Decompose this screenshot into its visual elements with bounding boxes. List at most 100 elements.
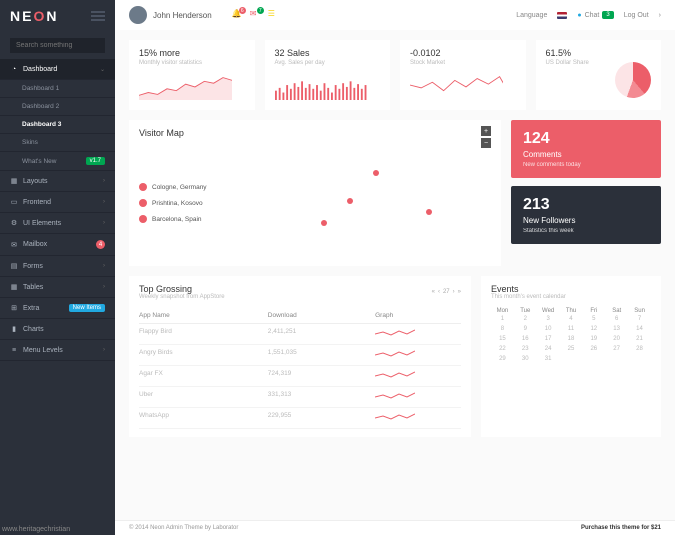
task-icon[interactable]: ☰ xyxy=(268,9,280,21)
chevron-right-icon: › xyxy=(103,347,105,353)
calendar-day[interactable]: 17 xyxy=(537,334,560,344)
pager-last-icon[interactable]: » xyxy=(458,289,461,295)
calendar-day[interactable]: 19 xyxy=(582,334,605,344)
calendar-day[interactable]: 14 xyxy=(628,324,651,334)
nav-ui[interactable]: ⚙UI Elements › xyxy=(0,213,115,234)
calendar-day[interactable]: 21 xyxy=(628,334,651,344)
pager[interactable]: « ‹ 27 › » xyxy=(432,289,461,295)
calendar-day[interactable]: 3 xyxy=(537,314,560,324)
calendar-day[interactable]: 8 xyxy=(491,324,514,334)
nav-menulevels[interactable]: ≡Menu Levels › xyxy=(0,340,115,361)
calendar-day[interactable]: 12 xyxy=(582,324,605,334)
table-row[interactable]: WhatsApp229,955 xyxy=(139,408,461,429)
calendar-day[interactable]: 4 xyxy=(560,314,583,324)
search-input[interactable] xyxy=(10,38,105,53)
pager-first-icon[interactable]: « xyxy=(432,289,435,295)
map-area[interactable] xyxy=(229,148,491,258)
footer: © 2014 Neon Admin Theme by Laborator Pur… xyxy=(115,520,675,535)
calendar-day[interactable]: 24 xyxy=(537,344,560,354)
logout-link[interactable]: Log Out xyxy=(624,12,649,19)
map-zoom-out[interactable]: − xyxy=(481,138,491,148)
calendar-day[interactable] xyxy=(628,354,651,364)
calendar-day[interactable]: 6 xyxy=(605,314,628,324)
user-name[interactable]: John Henderson xyxy=(153,11,212,20)
pager-prev-icon[interactable]: ‹ xyxy=(438,289,440,295)
calendar-day[interactable]: 27 xyxy=(605,344,628,354)
footer-purchase[interactable]: Purchase this theme for $21 xyxy=(581,525,661,531)
language-selector[interactable]: Language xyxy=(516,12,547,19)
calendar-day[interactable]: 28 xyxy=(628,344,651,354)
levels-icon: ≡ xyxy=(10,346,18,354)
settings-icon: ⚙ xyxy=(10,219,18,227)
sparkline-line xyxy=(410,72,503,100)
followers-card[interactable]: 213 New Followers Statistics this week xyxy=(511,186,661,244)
legend-item: Barcelona, Spain xyxy=(139,215,229,223)
nav-extra[interactable]: ⊞Extra New Items xyxy=(0,298,115,319)
notification-icon[interactable]: 🔔6 xyxy=(232,9,244,21)
calendar-day[interactable]: 16 xyxy=(514,334,537,344)
calendar-day[interactable]: 30 xyxy=(514,354,537,364)
nav-forms[interactable]: ▤Forms › xyxy=(0,256,115,277)
calendar-day[interactable] xyxy=(605,354,628,364)
calendar-day[interactable]: 22 xyxy=(491,344,514,354)
table-row[interactable]: Agar FX724,319 xyxy=(139,366,461,387)
calendar-day[interactable]: 5 xyxy=(582,314,605,324)
calendar-day[interactable]: 25 xyxy=(560,344,583,354)
calendar-day[interactable]: 31 xyxy=(537,354,560,364)
chevron-down-icon: ⌄ xyxy=(100,66,105,73)
events-card: Events This month's event calendar MonTu… xyxy=(481,276,661,437)
sparkline-area xyxy=(139,72,232,100)
nav-frontend[interactable]: ▭Frontend › xyxy=(0,192,115,213)
nav-dashboard-3[interactable]: Dashboard 3 xyxy=(0,116,115,134)
calendar-day[interactable]: 18 xyxy=(560,334,583,344)
table-icon: ▦ xyxy=(10,283,18,291)
calendar-day[interactable]: 11 xyxy=(560,324,583,334)
calendar-day[interactable]: 26 xyxy=(582,344,605,354)
nav-dashboard-1[interactable]: Dashboard 1 xyxy=(0,80,115,98)
chevron-right-icon: › xyxy=(103,284,105,290)
nav-whatsnew[interactable]: What's New v1.7 xyxy=(0,152,115,171)
version-badge: v1.7 xyxy=(86,157,105,165)
extra-badge: New Items xyxy=(69,304,105,312)
calendar-day[interactable]: 20 xyxy=(605,334,628,344)
map-zoom-in[interactable]: + xyxy=(481,126,491,136)
calendar-day[interactable]: 13 xyxy=(605,324,628,334)
message-icon[interactable]: ✉7 xyxy=(250,9,262,21)
nav-layouts[interactable]: ▦Layouts › xyxy=(0,171,115,192)
nav-skins[interactable]: Skins xyxy=(0,134,115,152)
table-row[interactable]: Angry Birds1,551,035 xyxy=(139,345,461,366)
footer-copyright: © 2014 Neon Admin Theme by Laborator xyxy=(129,525,238,531)
nav-charts[interactable]: ▮Charts xyxy=(0,319,115,340)
calendar-day[interactable]: 1 xyxy=(491,314,514,324)
calendar-day[interactable]: 2 xyxy=(514,314,537,324)
calendar-day[interactable]: 15 xyxy=(491,334,514,344)
comments-card[interactable]: 124 Comments New comments today xyxy=(511,120,661,178)
pager-next-icon[interactable]: › xyxy=(453,289,455,295)
chat-toggle[interactable]: ● Chat 3 xyxy=(577,11,613,19)
calendar-day[interactable] xyxy=(582,354,605,364)
calendar-day[interactable]: 29 xyxy=(491,354,514,364)
table-row[interactable]: Uber331,313 xyxy=(139,387,461,408)
logo: NEON xyxy=(0,0,115,32)
avatar[interactable] xyxy=(129,6,147,24)
watermark: www.heritagechristian xyxy=(2,526,70,533)
chevron-right-icon: › xyxy=(103,263,105,269)
calendar-day[interactable]: 7 xyxy=(628,314,651,324)
calendar-day[interactable]: 9 xyxy=(514,324,537,334)
nav-mailbox[interactable]: ✉Mailbox 4 xyxy=(0,234,115,256)
calendar-day[interactable]: 23 xyxy=(514,344,537,354)
mailbox-badge: 4 xyxy=(96,240,105,249)
chevron-right-icon: › xyxy=(103,220,105,226)
calendar-day[interactable] xyxy=(560,354,583,364)
stat-stock: -0.0102 Stock Market xyxy=(400,40,526,110)
legend-item: Prishtina, Kosovo xyxy=(139,199,229,207)
calendar-day[interactable]: 10 xyxy=(537,324,560,334)
menu-toggle-icon[interactable] xyxy=(91,11,105,21)
table-row[interactable]: Flappy Bird2,411,251 xyxy=(139,324,461,345)
nav-tables[interactable]: ▦Tables › xyxy=(0,277,115,298)
sidebar: NEON ◔Dashboard ⌄ Dashboard 1 Dashboard … xyxy=(0,0,115,535)
nav-dashboard-2[interactable]: Dashboard 2 xyxy=(0,98,115,116)
chevron-right-icon: › xyxy=(659,12,661,19)
stat-sales: 32 Sales Avg. Sales per day xyxy=(265,40,391,110)
nav-dashboard[interactable]: ◔Dashboard ⌄ xyxy=(0,59,115,80)
